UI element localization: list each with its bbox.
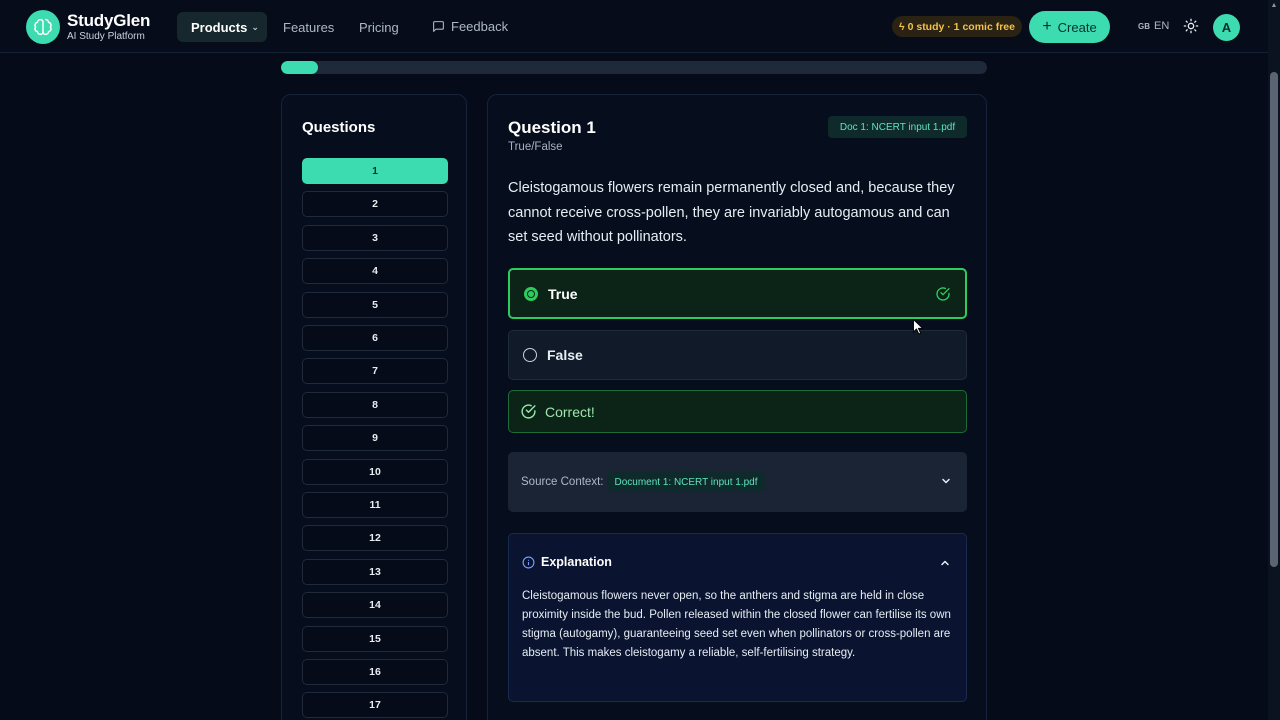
usage-badge-label: 0 study · 1 comic free <box>907 20 1015 33</box>
quiz-progress-fill <box>281 61 319 74</box>
language-code: EN <box>1154 20 1170 32</box>
explanation-text: Cleistogamous flowers never open, so the… <box>522 590 951 659</box>
page-scrollbar[interactable]: ▲ <box>1268 0 1280 720</box>
question-card: Question 1 True/False Doc 1: NCERT input… <box>487 94 987 720</box>
result-banner: Correct! <box>508 390 967 433</box>
avatar[interactable]: A <box>1213 14 1240 41</box>
chevron-down-icon[interactable] <box>941 476 951 486</box>
pricing-link[interactable]: Pricing <box>359 20 399 35</box>
question-title: Question 1 <box>508 118 596 137</box>
radio-selected-icon <box>524 286 538 301</box>
question-number-button[interactable]: 5 <box>302 291 448 318</box>
explanation-header[interactable]: Explanation <box>522 555 612 569</box>
question-number-button[interactable]: 15 <box>302 625 448 652</box>
question-number-button[interactable]: 2 <box>302 191 448 218</box>
question-number-button[interactable]: 7 <box>302 358 448 385</box>
answer-option-false[interactable]: False <box>508 330 967 380</box>
result-text: Correct! <box>545 403 595 420</box>
questions-panel: Questions 1 2 3 4 5 6 7 8 9 10 11 12 13 14 15 16 17 <box>281 94 467 720</box>
brand-name[interactable]: StudyGlen <box>67 11 150 31</box>
top-nav: StudyGlen AI Study Platform Products ⌄ F… <box>0 0 1268 53</box>
question-number-button[interactable]: 3 <box>302 224 448 251</box>
mouse-pointer-icon <box>913 319 924 335</box>
question-number-button[interactable]: 9 <box>302 425 448 452</box>
source-context-toggle[interactable]: Source Context: Document 1: NCERT input … <box>508 452 967 512</box>
question-type: True/False <box>508 141 563 153</box>
feedback-link[interactable]: Feedback <box>432 19 508 34</box>
explanation-title: Explanation <box>541 555 612 569</box>
source-document-tag[interactable]: Document 1: NCERT input 1.pdf <box>607 472 765 492</box>
question-number-button[interactable]: 4 <box>302 258 448 285</box>
document-tag[interactable]: Doc 1: NCERT input 1.pdf <box>828 116 967 138</box>
create-label: Create <box>1057 19 1097 35</box>
question-text: Cleistogamous flowers remain permanently… <box>508 180 955 245</box>
question-number-button[interactable]: 12 <box>302 525 448 552</box>
check-circle-icon <box>936 287 950 301</box>
chevron-down-icon: ⌄ <box>251 21 259 32</box>
create-button[interactable]: + Create <box>1029 11 1110 43</box>
flag-icon: GB <box>1138 22 1150 31</box>
question-number-button[interactable]: 8 <box>302 391 448 418</box>
brand-tagline: AI Study Platform <box>67 31 145 42</box>
option-label: True <box>548 285 578 302</box>
radio-empty-icon <box>523 348 537 362</box>
products-menu-button[interactable]: Products ⌄ <box>177 12 267 42</box>
question-number-button[interactable]: 6 <box>302 325 448 351</box>
sun-icon[interactable] <box>1183 18 1199 34</box>
questions-panel-title: Questions <box>302 119 376 136</box>
question-number-button[interactable]: 17 <box>302 692 448 719</box>
features-link[interactable]: Features <box>283 20 334 35</box>
explanation-panel: Explanation Cleistogamous flowers never … <box>508 533 967 702</box>
scrollbar-thumb[interactable] <box>1270 72 1278 567</box>
lightning-icon: ϟ <box>899 20 905 33</box>
scroll-up-arrow-icon[interactable]: ▲ <box>1270 2 1278 10</box>
language-selector[interactable]: GB EN <box>1138 20 1169 32</box>
check-circle-icon <box>521 404 536 419</box>
usage-badge[interactable]: ϟ 0 study · 1 comic free <box>892 16 1022 37</box>
question-number-button[interactable]: 14 <box>302 592 448 619</box>
message-square-icon <box>433 21 444 32</box>
question-number-button[interactable]: 11 <box>302 492 448 518</box>
question-number-button[interactable]: 16 <box>302 659 448 685</box>
question-number-button[interactable]: 1 <box>302 158 448 184</box>
question-number-button[interactable]: 10 <box>302 458 448 485</box>
answer-option-true[interactable]: True <box>508 268 967 319</box>
info-icon <box>522 556 535 568</box>
quiz-progress-bar <box>281 61 987 74</box>
brain-logo-icon[interactable] <box>26 10 60 44</box>
plus-icon: + <box>1042 18 1052 35</box>
question-number-button[interactable]: 13 <box>302 558 448 585</box>
source-context-label: Source Context: <box>521 476 604 488</box>
products-label: Products <box>191 19 248 35</box>
feedback-label: Feedback <box>451 19 509 34</box>
chevron-up-icon[interactable] <box>940 558 950 568</box>
option-label: False <box>547 347 583 363</box>
